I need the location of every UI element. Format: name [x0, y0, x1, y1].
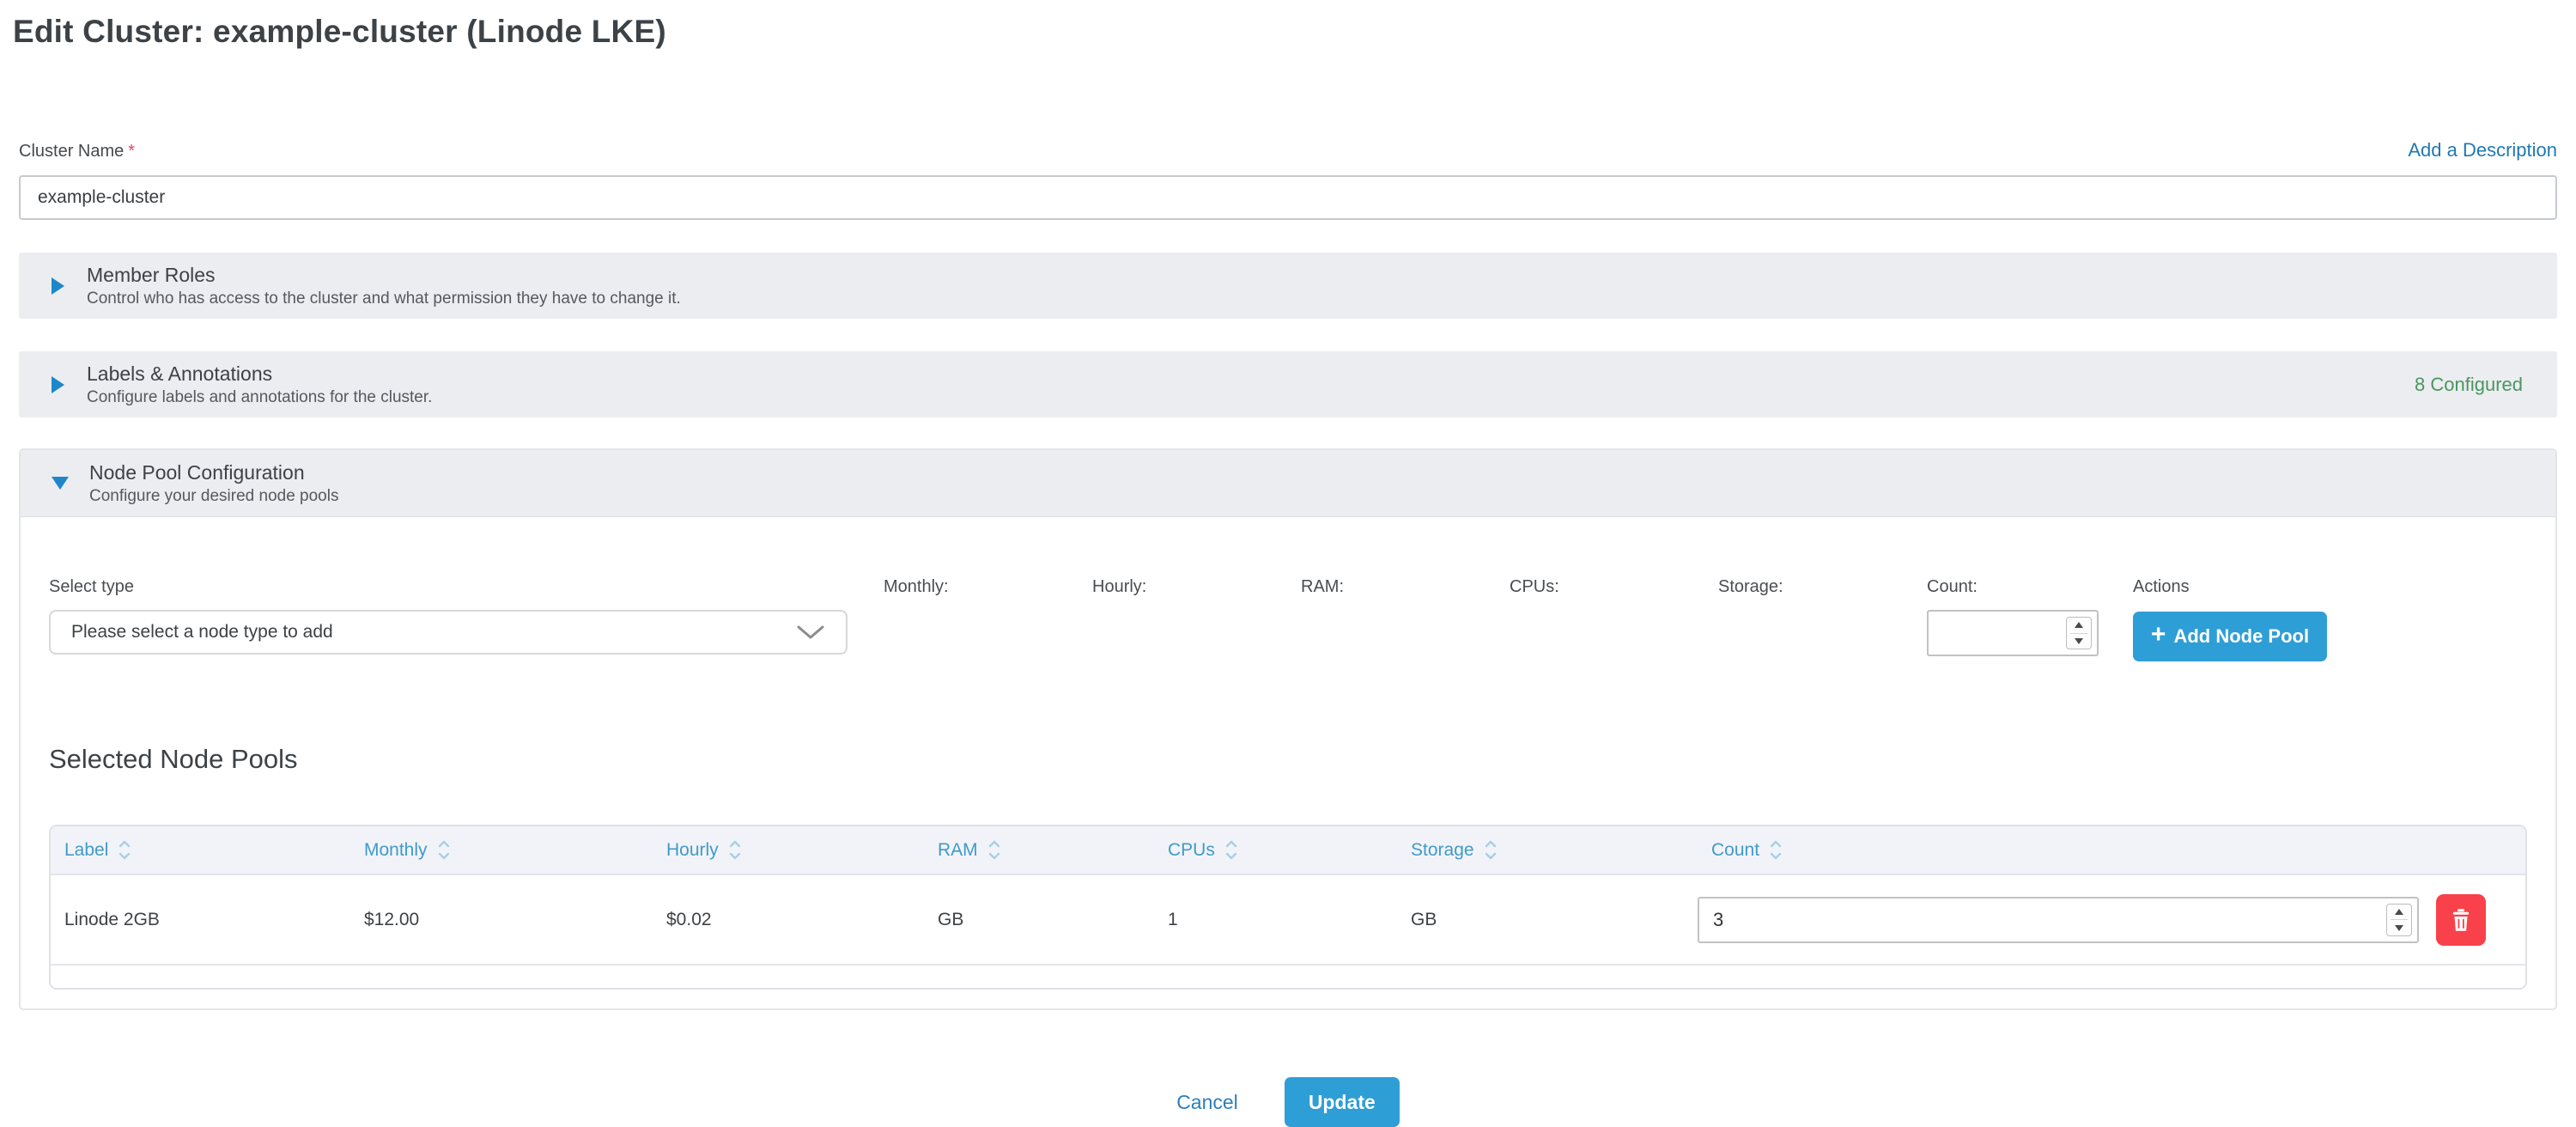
ram-column: RAM: — [1301, 577, 1510, 610]
configured-count-badge: 8 Configured — [2415, 374, 2523, 396]
chevron-down-icon — [796, 624, 825, 640]
sort-icon — [987, 838, 1001, 862]
table-header-row: Label Monthly Hourly RAM — [51, 826, 2525, 875]
row-count-stepper — [1698, 897, 2419, 943]
cluster-name-input[interactable] — [19, 175, 2557, 220]
cell-count — [1698, 897, 2424, 943]
column-header-hourly[interactable]: Hourly — [653, 838, 924, 862]
ram-label: RAM: — [1301, 577, 1510, 598]
spinner-down-icon — [2395, 925, 2403, 931]
actions-column: Actions + Add Node Pool — [2133, 577, 2527, 661]
sort-icon — [118, 838, 131, 862]
edit-cluster-page: Edit Cluster: example-cluster (Linode LK… — [0, 0, 2576, 1127]
add-node-pool-form-row: Select type Please select a node type to… — [49, 577, 2527, 661]
sort-icon — [1484, 838, 1498, 862]
column-header-storage[interactable]: Storage — [1397, 838, 1698, 862]
cancel-button[interactable]: Cancel — [1176, 1091, 1238, 1114]
update-button[interactable]: Update — [1285, 1077, 1400, 1127]
spinner-up-icon — [2075, 622, 2083, 628]
plus-icon: + — [2151, 622, 2166, 648]
spinner-divider — [2391, 919, 2408, 920]
section-subtitle: Control who has access to the cluster an… — [87, 289, 681, 308]
cell-cpus: 1 — [1154, 910, 1397, 930]
delete-node-pool-button[interactable] — [2436, 894, 2486, 946]
column-header-text: Monthly — [364, 840, 428, 861]
table-footer-strip — [51, 966, 2525, 988]
node-type-select[interactable]: Please select a node type to add — [49, 610, 848, 655]
column-header-text: Label — [64, 840, 108, 861]
actions-label: Actions — [2133, 577, 2527, 598]
count-spinner[interactable] — [2066, 617, 2092, 649]
column-header-text: Hourly — [666, 840, 719, 861]
cell-label: Linode 2GB — [51, 910, 350, 930]
column-header-text: RAM — [938, 840, 978, 861]
column-header-text: Storage — [1411, 840, 1474, 861]
column-header-text: CPUs — [1168, 840, 1215, 861]
column-header-ram[interactable]: RAM — [924, 838, 1154, 862]
column-header-cpus[interactable]: CPUs — [1154, 838, 1397, 862]
selected-node-pools-heading: Selected Node Pools — [49, 744, 2527, 775]
monthly-label: Monthly: — [884, 577, 1092, 598]
monthly-column: Monthly: — [884, 577, 1092, 610]
sort-icon — [1769, 838, 1783, 862]
add-description-link[interactable]: Add a Description — [2408, 139, 2557, 161]
table-row: Linode 2GB $12.00 $0.02 GB 1 GB — [51, 875, 2525, 966]
trash-icon — [2449, 907, 2473, 933]
cell-monthly: $12.00 — [350, 910, 653, 930]
sort-icon — [1224, 838, 1238, 862]
count-column: Count: — [1927, 577, 2133, 656]
column-header-count[interactable]: Count — [1698, 838, 2424, 862]
cluster-name-label: Cluster Name — [19, 142, 124, 161]
spinner-divider — [2070, 633, 2087, 634]
cell-storage: GB — [1397, 910, 1698, 930]
node-type-select-value: Please select a node type to add — [71, 622, 333, 643]
cpus-label: CPUs: — [1510, 577, 1718, 598]
hourly-label: Hourly: — [1092, 577, 1301, 598]
section-labels-annotations-text: Labels & Annotations Configure labels an… — [87, 362, 432, 407]
section-node-pool-text: Node Pool Configuration Configure your d… — [89, 460, 338, 506]
cell-actions — [2424, 894, 2525, 946]
add-node-pool-button-label: Add Node Pool — [2173, 625, 2309, 648]
collapsed-arrow-icon — [52, 277, 64, 295]
sort-icon — [437, 838, 451, 862]
section-node-pool-configuration[interactable]: Node Pool Configuration Configure your d… — [21, 450, 2555, 517]
cell-hourly: $0.02 — [653, 910, 924, 930]
count-stepper — [1927, 610, 2099, 656]
count-label: Count: — [1927, 577, 2133, 598]
row-count-spinner[interactable] — [2386, 904, 2412, 936]
sort-icon — [728, 838, 742, 862]
column-header-monthly[interactable]: Monthly — [350, 838, 653, 862]
hourly-column: Hourly: — [1092, 577, 1301, 610]
row-count-input[interactable] — [1699, 899, 2417, 941]
select-type-column: Select type Please select a node type to… — [49, 577, 848, 655]
cpus-column: CPUs: — [1510, 577, 1718, 610]
section-member-roles-text: Member Roles Control who has access to t… — [87, 263, 681, 308]
selected-node-pools-table: Label Monthly Hourly RAM — [49, 825, 2527, 990]
node-pool-panel-body: Select type Please select a node type to… — [21, 517, 2555, 1008]
node-pool-configuration-panel: Node Pool Configuration Configure your d… — [19, 448, 2557, 1010]
section-title: Member Roles — [87, 263, 681, 287]
column-header-text: Count — [1711, 840, 1759, 861]
expanded-arrow-icon — [52, 477, 69, 490]
section-subtitle: Configure your desired node pools — [89, 487, 338, 506]
storage-label: Storage: — [1718, 577, 1927, 598]
cluster-name-label-group: Cluster Name* — [19, 142, 135, 161]
required-asterisk: * — [128, 142, 135, 161]
section-subtitle: Configure labels and annotations for the… — [87, 388, 432, 407]
cluster-name-header: Cluster Name* Add a Description — [19, 139, 2557, 161]
spinner-up-icon — [2395, 909, 2403, 915]
footer-actions: Cancel Update — [19, 1077, 2557, 1127]
section-title: Node Pool Configuration — [89, 460, 338, 484]
add-node-pool-button[interactable]: + Add Node Pool — [2133, 612, 2327, 661]
section-labels-annotations[interactable]: Labels & Annotations Configure labels an… — [19, 351, 2557, 417]
storage-column: Storage: — [1718, 577, 1927, 610]
column-header-label[interactable]: Label — [51, 838, 350, 862]
spinner-down-icon — [2075, 638, 2083, 644]
page-title: Edit Cluster: example-cluster (Linode LK… — [13, 12, 2557, 52]
collapsed-arrow-icon — [52, 376, 64, 393]
select-type-label: Select type — [49, 577, 848, 598]
cell-ram: GB — [924, 910, 1154, 930]
section-member-roles[interactable]: Member Roles Control who has access to t… — [19, 253, 2557, 319]
section-title: Labels & Annotations — [87, 362, 432, 386]
